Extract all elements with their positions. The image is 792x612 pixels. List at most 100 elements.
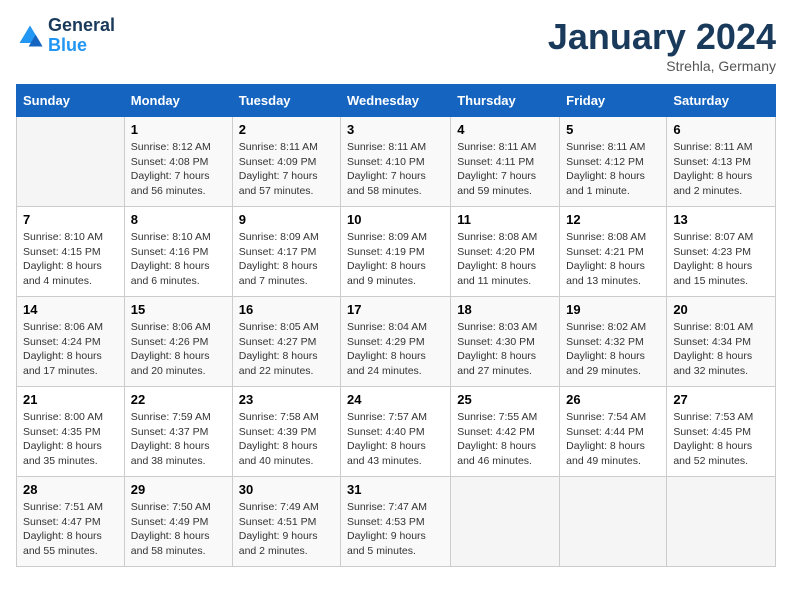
day-number: 6: [673, 122, 769, 137]
sunset-text: Sunset: 4:32 PM: [566, 335, 660, 350]
day-number: 5: [566, 122, 660, 137]
sunset-text: Sunset: 4:21 PM: [566, 245, 660, 260]
sunset-text: Sunset: 4:13 PM: [673, 155, 769, 170]
day-header-tuesday: Tuesday: [232, 85, 340, 117]
day-number: 22: [131, 392, 226, 407]
daylight-text: Daylight: 8 hours and 27 minutes.: [457, 349, 553, 378]
daylight-text: Daylight: 8 hours and 13 minutes.: [566, 259, 660, 288]
calendar-cell: [451, 477, 560, 567]
calendar-cell: [667, 477, 776, 567]
sunrise-text: Sunrise: 8:03 AM: [457, 320, 553, 335]
sunrise-text: Sunrise: 8:05 AM: [239, 320, 334, 335]
calendar-cell: 18 Sunrise: 8:03 AMSunset: 4:30 PMDayligh…: [451, 297, 560, 387]
sunset-text: Sunset: 4:12 PM: [566, 155, 660, 170]
sunset-text: Sunset: 4:24 PM: [23, 335, 118, 350]
sunrise-text: Sunrise: 8:06 AM: [23, 320, 118, 335]
logo-text: General Blue: [48, 16, 115, 56]
daylight-text: Daylight: 7 hours and 58 minutes.: [347, 169, 444, 198]
month-title: January 2024: [548, 16, 776, 58]
week-row-1: 1Sunrise: 8:12 AMSunset: 4:08 PMDaylight…: [17, 117, 776, 207]
calendar-cell: 15Sunrise: 8:06 AMSunset: 4:26 PMDayligh…: [124, 297, 232, 387]
sunset-text: Sunset: 4:11 PM: [457, 155, 553, 170]
day-info: Sunrise: 8:03 AMSunset: 4:30 PMDaylight:…: [457, 320, 553, 379]
sunset-text: Sunset: 4:35 PM: [23, 425, 118, 440]
sunrise-text: Sunrise: 8:02 AM: [566, 320, 660, 335]
day-info: Sunrise: 7:57 AMSunset: 4:40 PMDaylight:…: [347, 410, 444, 469]
day-info: Sunrise: 7:59 AMSunset: 4:37 PMDaylight:…: [131, 410, 226, 469]
sunset-text: Sunset: 4:49 PM: [131, 515, 226, 530]
day-header-row: SundayMondayTuesdayWednesdayThursdayFrid…: [17, 85, 776, 117]
calendar-cell: 19Sunrise: 8:02 AMSunset: 4:32 PMDayligh…: [560, 297, 667, 387]
daylight-text: Daylight: 8 hours and 6 minutes.: [131, 259, 226, 288]
daylight-text: Daylight: 7 hours and 59 minutes.: [457, 169, 553, 198]
calendar-cell: 6Sunrise: 8:11 AMSunset: 4:13 PMDaylight…: [667, 117, 776, 207]
sunset-text: Sunset: 4:37 PM: [131, 425, 226, 440]
calendar-table: SundayMondayTuesdayWednesdayThursdayFrid…: [16, 84, 776, 567]
sunset-text: Sunset: 4:40 PM: [347, 425, 444, 440]
daylight-text: Daylight: 8 hours and 1 minute.: [566, 169, 660, 198]
day-number: 17: [347, 302, 444, 317]
sunrise-text: Sunrise: 8:11 AM: [457, 140, 553, 155]
calendar-cell: [560, 477, 667, 567]
sunset-text: Sunset: 4:42 PM: [457, 425, 553, 440]
day-number: 31: [347, 482, 444, 497]
sunset-text: Sunset: 4:23 PM: [673, 245, 769, 260]
daylight-text: Daylight: 8 hours and 24 minutes.: [347, 349, 444, 378]
calendar-cell: 4Sunrise: 8:11 AMSunset: 4:11 PMDaylight…: [451, 117, 560, 207]
daylight-text: Daylight: 9 hours and 2 minutes.: [239, 529, 334, 558]
day-info: Sunrise: 8:10 AMSunset: 4:16 PMDaylight:…: [131, 230, 226, 289]
day-number: 11: [457, 212, 553, 227]
sunrise-text: Sunrise: 7:51 AM: [23, 500, 118, 515]
daylight-text: Daylight: 8 hours and 7 minutes.: [239, 259, 334, 288]
day-info: Sunrise: 8:01 AMSunset: 4:34 PMDaylight:…: [673, 320, 769, 379]
day-info: Sunrise: 7:58 AMSunset: 4:39 PMDaylight:…: [239, 410, 334, 469]
day-header-wednesday: Wednesday: [341, 85, 451, 117]
sunrise-text: Sunrise: 8:01 AM: [673, 320, 769, 335]
sunrise-text: Sunrise: 8:09 AM: [347, 230, 444, 245]
day-number: 30: [239, 482, 334, 497]
day-info: Sunrise: 7:51 AMSunset: 4:47 PMDaylight:…: [23, 500, 118, 559]
day-number: 26: [566, 392, 660, 407]
sunrise-text: Sunrise: 8:00 AM: [23, 410, 118, 425]
sunrise-text: Sunrise: 8:11 AM: [239, 140, 334, 155]
day-number: 18: [457, 302, 553, 317]
daylight-text: Daylight: 8 hours and 2 minutes.: [673, 169, 769, 198]
sunrise-text: Sunrise: 8:11 AM: [347, 140, 444, 155]
day-number: 16: [239, 302, 334, 317]
day-number: 24: [347, 392, 444, 407]
calendar-cell: 29Sunrise: 7:50 AMSunset: 4:49 PMDayligh…: [124, 477, 232, 567]
sunset-text: Sunset: 4:34 PM: [673, 335, 769, 350]
day-info: Sunrise: 8:08 AMSunset: 4:20 PMDaylight:…: [457, 230, 553, 289]
day-info: Sunrise: 8:05 AMSunset: 4:27 PMDaylight:…: [239, 320, 334, 379]
calendar-cell: 12Sunrise: 8:08 AMSunset: 4:21 PMDayligh…: [560, 207, 667, 297]
week-row-5: 28Sunrise: 7:51 AMSunset: 4:47 PMDayligh…: [17, 477, 776, 567]
day-info: Sunrise: 8:02 AMSunset: 4:32 PMDaylight:…: [566, 320, 660, 379]
daylight-text: Daylight: 8 hours and 4 minutes.: [23, 259, 118, 288]
day-info: Sunrise: 8:04 AMSunset: 4:29 PMDaylight:…: [347, 320, 444, 379]
sunset-text: Sunset: 4:30 PM: [457, 335, 553, 350]
daylight-text: Daylight: 8 hours and 52 minutes.: [673, 439, 769, 468]
sunset-text: Sunset: 4:15 PM: [23, 245, 118, 260]
sunset-text: Sunset: 4:39 PM: [239, 425, 334, 440]
daylight-text: Daylight: 8 hours and 17 minutes.: [23, 349, 118, 378]
daylight-text: Daylight: 8 hours and 55 minutes.: [23, 529, 118, 558]
sunset-text: Sunset: 4:45 PM: [673, 425, 769, 440]
day-info: Sunrise: 8:10 AMSunset: 4:15 PMDaylight:…: [23, 230, 118, 289]
day-info: Sunrise: 8:11 AMSunset: 4:11 PMDaylight:…: [457, 140, 553, 199]
week-row-2: 7Sunrise: 8:10 AMSunset: 4:15 PMDaylight…: [17, 207, 776, 297]
daylight-text: Daylight: 8 hours and 46 minutes.: [457, 439, 553, 468]
day-number: 23: [239, 392, 334, 407]
day-info: Sunrise: 8:11 AMSunset: 4:10 PMDaylight:…: [347, 140, 444, 199]
day-number: 1: [131, 122, 226, 137]
day-info: Sunrise: 7:47 AMSunset: 4:53 PMDaylight:…: [347, 500, 444, 559]
daylight-text: Daylight: 8 hours and 11 minutes.: [457, 259, 553, 288]
sunrise-text: Sunrise: 8:06 AM: [131, 320, 226, 335]
sunset-text: Sunset: 4:08 PM: [131, 155, 226, 170]
calendar-cell: 11 Sunrise: 8:08 AMSunset: 4:20 PMDayligh…: [451, 207, 560, 297]
logo-icon: [16, 22, 44, 50]
sunset-text: Sunset: 4:10 PM: [347, 155, 444, 170]
logo: General Blue: [16, 16, 115, 56]
calendar-cell: 26Sunrise: 7:54 AMSunset: 4:44 PMDayligh…: [560, 387, 667, 477]
day-number: 15: [131, 302, 226, 317]
day-info: Sunrise: 8:06 AMSunset: 4:24 PMDaylight:…: [23, 320, 118, 379]
